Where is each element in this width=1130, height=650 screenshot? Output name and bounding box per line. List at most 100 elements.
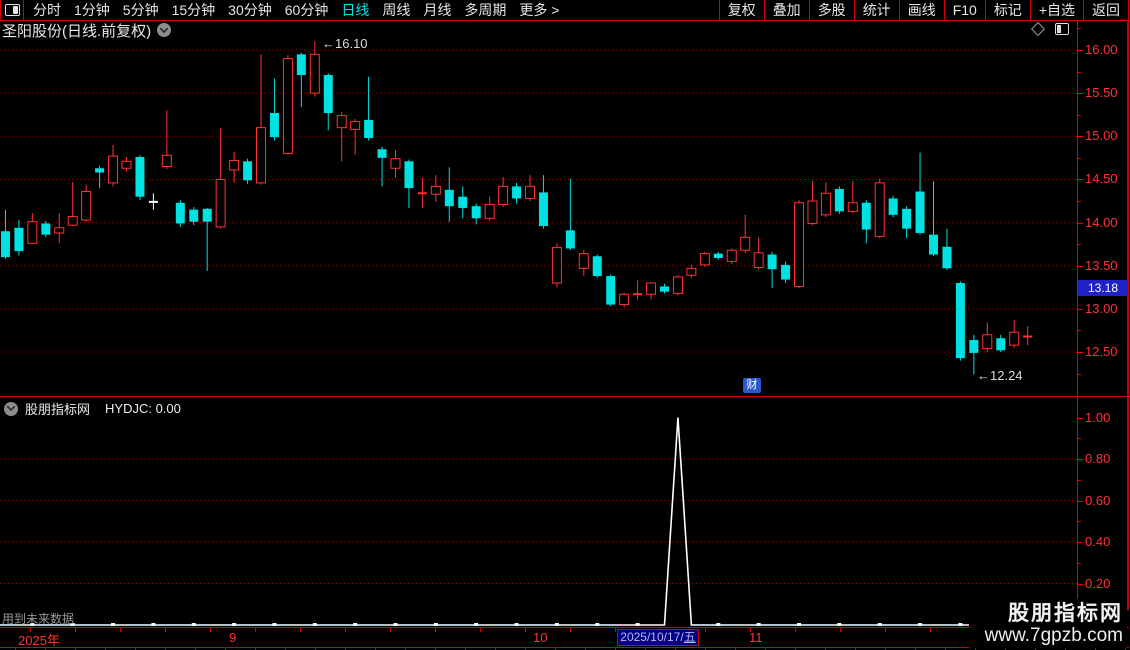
indicator-line xyxy=(0,417,1028,626)
indicator-chart[interactable] xyxy=(0,397,1077,627)
price-label-14.00: 14.00 xyxy=(1085,214,1118,230)
indicator-tick xyxy=(1077,542,1083,543)
price-minor-tick xyxy=(1077,28,1081,30)
action-多股[interactable]: 多股 xyxy=(808,0,854,20)
period-tab-周线[interactable]: 周线 xyxy=(382,0,410,20)
time-tick xyxy=(390,628,391,632)
candlestick-series xyxy=(0,41,1033,375)
period-tab-1分钟[interactable]: 1分钟 xyxy=(74,0,110,20)
action-F10[interactable]: F10 xyxy=(943,0,985,20)
toolbar: 分时 1分钟 5分钟 15分钟 30分钟 60分钟 日线 周线 月线 多周期 更多 > 复权 叠加 多股… xyxy=(0,0,1129,21)
indicator-label-0.60: 0.60 xyxy=(1085,492,1111,508)
time-tick xyxy=(480,628,481,632)
indicator-name-value: HYDJC: 0.00 xyxy=(105,401,181,416)
last-price-tag: 13.18 xyxy=(1078,280,1128,296)
action-+自选[interactable]: +自选 xyxy=(1029,0,1083,20)
time-tick xyxy=(705,628,706,632)
price-minor-tick xyxy=(1077,201,1081,203)
window-right-border xyxy=(1127,20,1129,610)
crosshair-date-tag: 2025/10/17/五 xyxy=(617,629,699,646)
action-画线[interactable]: 画线 xyxy=(898,0,944,20)
indicator-minor-tick xyxy=(1077,438,1081,440)
chevron-down-icon[interactable] xyxy=(4,401,18,416)
time-tick xyxy=(210,628,211,632)
action-返回[interactable]: 返回 xyxy=(1083,0,1128,20)
period-tab-30分钟[interactable]: 30分钟 xyxy=(228,0,272,20)
price-minor-tick xyxy=(1077,114,1081,116)
period-tab-15分钟[interactable]: 15分钟 xyxy=(172,0,216,20)
indicator-gridlines xyxy=(0,458,1077,584)
panel-separator[interactable] xyxy=(0,396,1130,397)
indicator-minor-tick xyxy=(1077,521,1081,523)
indicator-tick xyxy=(1077,500,1083,502)
time-label-10: 10 xyxy=(533,630,548,645)
price-minor-tick xyxy=(1077,157,1081,159)
action-复权[interactable]: 复权 xyxy=(718,0,764,20)
price-minor-tick xyxy=(1077,244,1081,246)
panel-icon[interactable] xyxy=(1055,23,1069,35)
period-tab-分时[interactable]: 分时 xyxy=(33,0,61,20)
price-tick xyxy=(1077,222,1083,224)
price-minor-tick xyxy=(1077,373,1081,375)
time-tick xyxy=(885,628,886,632)
price-label-15.50: 15.50 xyxy=(1085,85,1118,101)
action-统计[interactable]: 统计 xyxy=(853,0,899,20)
time-tick xyxy=(435,628,436,632)
period-tab-日线[interactable]: 日线 xyxy=(341,0,369,20)
time-label-11: 11 xyxy=(749,630,763,645)
time-tick xyxy=(120,628,121,632)
title-row: 圣阳股份(日线.前复权) xyxy=(2,21,172,40)
title-row-icons xyxy=(1030,21,1069,37)
low-price-annotation: ←12.24 xyxy=(977,368,1023,383)
chart-title: 圣阳股份(日线.前复权) xyxy=(2,22,152,40)
main-candlestick-chart[interactable] xyxy=(0,20,1077,397)
indicator-label-0.20: 0.20 xyxy=(1085,575,1111,591)
time-tick xyxy=(165,628,166,632)
indicator-label-0.80: 0.80 xyxy=(1085,451,1111,466)
price-tick xyxy=(1077,265,1083,267)
layout-toggle-button[interactable] xyxy=(0,0,24,20)
period-tab-更多 >[interactable]: 更多 > xyxy=(519,0,559,20)
period-tab-月线[interactable]: 月线 xyxy=(423,0,451,20)
period-tab-5分钟[interactable]: 5分钟 xyxy=(123,0,159,20)
indicator-minor-tick xyxy=(1077,479,1081,481)
time-tick xyxy=(615,628,616,632)
price-minor-tick xyxy=(1077,71,1081,73)
time-tick xyxy=(795,628,796,632)
price-tick xyxy=(1077,179,1083,181)
price-minor-tick xyxy=(1077,330,1081,332)
action-menu: 复权 叠加 多股 统计 画线 F10 标记 +自选 返回 xyxy=(718,0,1129,20)
price-label-14.50: 14.50 xyxy=(1085,171,1118,187)
stock-chart-window: 分时 1分钟 5分钟 15分钟 30分钟 60分钟 日线 周线 月线 多周期 更多 > 复权 叠加 多股… xyxy=(0,0,1130,650)
price-gridlines xyxy=(0,49,1077,353)
price-label-16.00: 16.00 xyxy=(1085,42,1118,57)
indicator-minor-tick xyxy=(1077,562,1081,564)
watermark-url: www.7gpzb.com xyxy=(984,625,1123,646)
price-tick xyxy=(1077,308,1083,310)
price-tick xyxy=(1077,50,1083,51)
time-axis: 2025/10/17/五 2025年 9 10 11 xyxy=(0,627,1129,648)
watermark-site-name: 股朋指标网 xyxy=(1008,602,1123,625)
indicator-label-1.00: 1.00 xyxy=(1085,409,1111,425)
high-price-annotation: ←16.10 xyxy=(322,36,368,51)
diamond-icon[interactable] xyxy=(1030,21,1046,37)
financial-report-badge[interactable]: 财 xyxy=(743,378,761,393)
time-tick xyxy=(930,628,931,632)
action-标记[interactable]: 标记 xyxy=(984,0,1030,20)
time-tick xyxy=(345,628,346,632)
time-tick xyxy=(300,628,301,632)
price-tick xyxy=(1077,136,1083,138)
watermark: 股朋指标网 www.7gpzb.com xyxy=(968,599,1127,648)
time-tick xyxy=(525,628,526,632)
time-label-2025年: 2025年 xyxy=(18,633,60,648)
chevron-down-icon[interactable] xyxy=(157,23,172,37)
period-tab-60分钟[interactable]: 60分钟 xyxy=(285,0,329,20)
future-data-warning: 用到未来数据 xyxy=(2,612,75,626)
time-tick xyxy=(570,628,571,632)
period-tab-多周期[interactable]: 多周期 xyxy=(464,0,506,20)
action-叠加[interactable]: 叠加 xyxy=(763,0,809,20)
indicator-header: 股朋指标网 HYDJC: 0.00 xyxy=(4,399,181,418)
price-label-12.50: 12.50 xyxy=(1085,344,1118,360)
price-label-13.00: 13.00 xyxy=(1085,300,1118,316)
period-menu: 分时 1分钟 5分钟 15分钟 30分钟 60分钟 日线 周线 月线 多周期 更多 > xyxy=(24,0,719,20)
